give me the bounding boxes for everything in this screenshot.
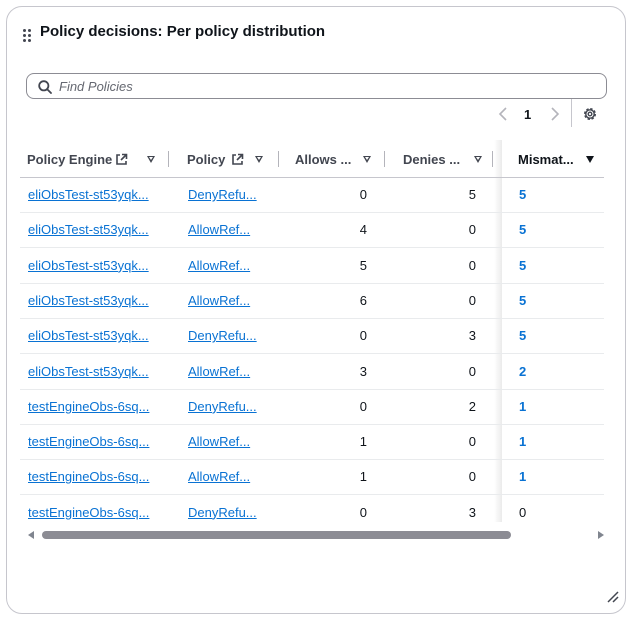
table-row: eliObsTest-st53yqk... AllowRef... 5 0 5 [20,248,604,284]
table-row: eliObsTest-st53yqk... AllowRef... 4 0 5 [20,212,604,249]
pagination-divider [571,99,572,127]
denies-count: 0 [468,292,476,308]
mismatch-count: 0 [519,504,527,520]
policy-link[interactable]: AllowRef... [188,293,250,308]
policy-link[interactable]: DenyRefu... [188,505,257,520]
scroll-left-arrow-icon[interactable] [28,531,34,539]
table-row: testEngineObs-6sq... DenyRefu... 0 3 0 [20,495,604,522]
allows-count: 3 [359,363,367,379]
denies-count: 2 [468,398,476,414]
mismatch-count[interactable]: 1 [519,434,526,449]
policy-engine-link[interactable]: eliObsTest-st53yqk... [28,222,149,237]
mismatch-count[interactable]: 5 [519,258,526,273]
denies-count: 0 [468,257,476,273]
horizontal-scrollbar[interactable] [27,530,605,542]
policy-engine-link[interactable]: testEngineObs-6sq... [28,434,149,449]
denies-count: 0 [468,222,476,238]
policy-engine-link[interactable]: eliObsTest-st53yqk... [28,258,149,273]
policy-link[interactable]: AllowRef... [188,258,250,273]
policy-engine-link[interactable]: eliObsTest-st53yqk... [28,187,149,202]
policy-engine-link[interactable]: testEngineObs-6sq... [28,399,149,414]
policy-link[interactable]: AllowRef... [188,222,250,237]
external-link-icon [116,153,128,165]
search-box [26,73,607,99]
column-divider[interactable] [492,151,493,167]
column-divider[interactable] [168,151,169,167]
table-row: testEngineObs-6sq... AllowRef... 1 0 1 [20,424,604,461]
gear-icon[interactable] [582,106,598,122]
denies-count: 0 [468,434,476,450]
table-row: eliObsTest-st53yqk... DenyRefu... 0 5 5 [20,177,604,213]
scroll-right-arrow-icon[interactable] [598,531,604,539]
policy-link[interactable]: AllowRef... [188,469,250,484]
column-divider[interactable] [278,151,279,167]
policy-link[interactable]: AllowRef... [188,364,250,379]
sort-icon[interactable] [147,156,155,163]
denies-count: 5 [468,187,476,202]
table-row: testEngineObs-6sq... AllowRef... 1 0 1 [20,459,604,496]
mismatch-count[interactable]: 1 [519,399,526,414]
sort-icon[interactable] [474,156,482,163]
table-row: eliObsTest-st53yqk... AllowRef... 6 0 5 [20,283,604,319]
column-label: Allows ... [295,152,352,167]
scrollbar-thumb[interactable] [42,531,511,539]
table-header: Policy Engine Policy Allows ... Denies .… [20,140,604,178]
policy-link[interactable]: AllowRef... [188,434,250,449]
column-header-allows[interactable]: Allows ... [280,140,384,177]
page-number[interactable]: 1 [524,107,531,122]
policy-link[interactable]: DenyRefu... [188,187,257,202]
denies-count: 3 [468,328,476,344]
chevron-right-icon[interactable] [549,106,561,122]
mismatch-count[interactable]: 1 [519,469,526,484]
allows-count: 5 [359,257,367,273]
sort-icon[interactable] [255,156,263,163]
column-header-denies[interactable]: Denies ... [386,140,492,177]
allows-count: 6 [359,292,367,308]
table-row: eliObsTest-st53yqk... DenyRefu... 0 3 5 [20,318,604,355]
allows-count: 1 [359,434,367,450]
allows-count: 0 [359,187,367,202]
column-label: Policy [187,152,226,167]
mismatch-count[interactable]: 5 [519,222,526,237]
table-row: testEngineObs-6sq... DenyRefu... 0 2 1 [20,389,604,425]
policy-engine-link[interactable]: eliObsTest-st53yqk... [28,328,149,343]
sort-icon[interactable] [363,156,371,163]
column-label: Mismat... [518,152,574,167]
allows-count: 4 [359,222,367,238]
widget-title: Policy decisions: Per policy distributio… [40,23,326,40]
search-input[interactable] [59,77,579,95]
allows-count: 0 [359,328,367,344]
mismatch-count[interactable]: 5 [519,328,526,343]
table-row: eliObsTest-st53yqk... AllowRef... 3 0 2 [20,354,604,390]
drag-handle-icon[interactable] [23,29,33,45]
external-link-icon [232,153,244,165]
column-label: Denies ... [403,152,461,167]
denies-count: 0 [468,363,476,379]
column-divider[interactable] [384,151,385,167]
policy-engine-link[interactable]: testEngineObs-6sq... [28,469,149,484]
allows-count: 0 [359,504,367,520]
search-icon [38,80,52,94]
mismatch-count[interactable]: 5 [519,293,526,308]
policy-table: Policy Engine Policy Allows ... Denies .… [20,140,604,522]
sort-descending-icon[interactable] [586,156,594,163]
mismatch-count[interactable]: 2 [519,364,526,379]
mismatch-count[interactable]: 5 [519,187,526,202]
column-header-mismatch[interactable]: Mismat... [502,140,604,177]
policy-engine-link[interactable]: eliObsTest-st53yqk... [28,293,149,308]
column-header-policy[interactable]: Policy [170,140,280,177]
denies-count: 3 [468,504,476,520]
denies-count: 0 [468,469,476,485]
column-label: Policy Engine [27,152,113,167]
policy-engine-link[interactable]: testEngineObs-6sq... [28,505,149,520]
allows-count: 0 [359,398,367,414]
policy-link[interactable]: DenyRefu... [188,399,257,414]
policy-engine-link[interactable]: eliObsTest-st53yqk... [28,364,149,379]
allows-count: 1 [359,469,367,485]
column-header-policy-engine[interactable]: Policy Engine [20,140,170,177]
resize-handle-icon[interactable] [606,590,620,604]
chevron-left-icon[interactable] [497,106,509,122]
policy-link[interactable]: DenyRefu... [188,328,257,343]
